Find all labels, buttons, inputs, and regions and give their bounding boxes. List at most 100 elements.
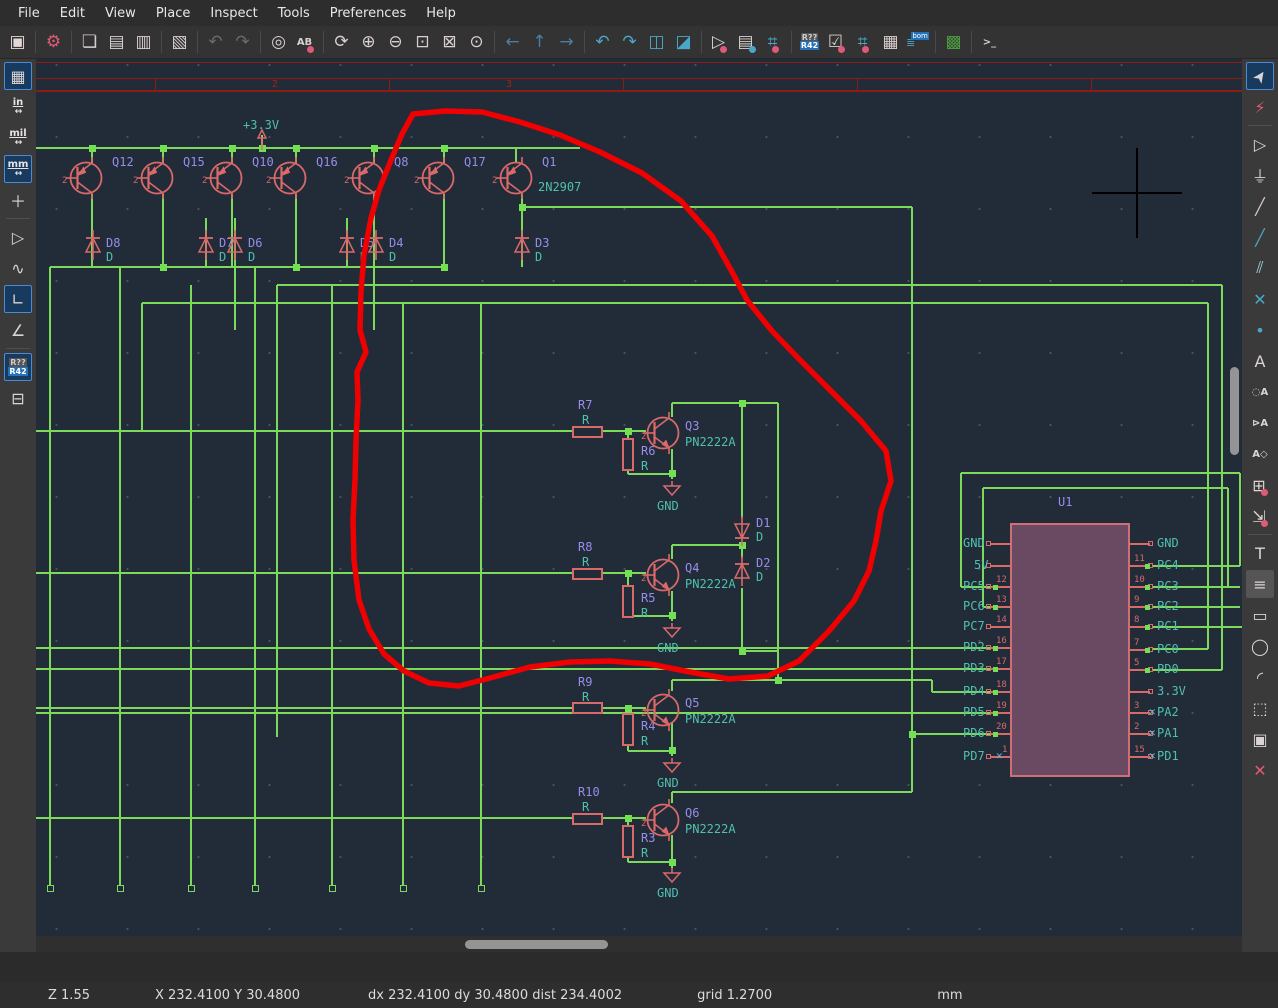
zoom-fit-button[interactable]: ⊡ <box>409 29 436 56</box>
zoom-selection-button[interactable]: ⊙ <box>463 29 490 56</box>
net-class-directive-button[interactable]: ◌A <box>1246 378 1274 406</box>
wire-segment[interactable] <box>119 267 121 888</box>
menu-help[interactable]: Help <box>416 3 466 24</box>
wire-segment[interactable] <box>373 194 375 330</box>
wire-segment[interactable] <box>36 647 1003 649</box>
wire-segment[interactable] <box>741 588 743 651</box>
library-browser-button[interactable]: ▤ <box>733 29 760 56</box>
wire-segment[interactable] <box>36 147 580 149</box>
wire-segment[interactable] <box>983 487 1228 489</box>
wire-segment[interactable] <box>276 285 278 737</box>
wire-segment[interactable] <box>480 303 482 888</box>
navigate-back-button[interactable]: ← <box>499 29 526 56</box>
units-mm-button[interactable]: mm↔ <box>4 155 32 183</box>
wire-segment[interactable] <box>36 817 646 819</box>
hierarchy-navigator-button[interactable]: ⊟ <box>4 384 32 412</box>
save-button[interactable]: ▣ <box>4 29 31 56</box>
global-label-button[interactable]: A◇ <box>1246 440 1274 468</box>
wire-segment[interactable] <box>402 303 404 888</box>
annotate-button[interactable]: R??R42 <box>796 29 823 56</box>
place-power-port-button[interactable]: ⏚ <box>1246 161 1274 189</box>
u1-body[interactable] <box>1010 523 1130 777</box>
hv-wires-button[interactable]: ∟ <box>4 285 32 313</box>
menu-inspect[interactable]: Inspect <box>200 3 267 24</box>
hidden-pins-button[interactable]: ▷ <box>4 223 32 251</box>
wire-segment[interactable] <box>911 207 913 792</box>
draw-wire-button[interactable]: ╱ <box>1246 192 1274 220</box>
scripting-console-button[interactable]: >_ <box>976 29 1003 56</box>
import-sheet-pin-button[interactable]: ⇲ <box>1246 502 1274 530</box>
wire-segment[interactable] <box>931 680 933 692</box>
wire-segment[interactable] <box>672 791 912 793</box>
resistor-R6[interactable] <box>622 438 634 471</box>
wire-segment[interactable] <box>162 194 164 267</box>
vertical-scrollbar-thumb[interactable] <box>1230 367 1239 455</box>
hierarchical-label-button[interactable]: ⊳A <box>1246 409 1274 437</box>
wire-segment[interactable] <box>36 430 646 432</box>
free-angle-wires-button[interactable]: ∿ <box>4 254 32 282</box>
rectangle-button[interactable]: ▭ <box>1246 601 1274 629</box>
symbol-fields-table-button[interactable]: ▦ <box>877 29 904 56</box>
arc-button[interactable]: ◜ <box>1246 663 1274 691</box>
annotate-auto-button[interactable]: R??R42 <box>4 353 32 381</box>
wire-segment[interactable] <box>777 403 779 680</box>
wire-segment[interactable] <box>36 707 646 709</box>
redo-button[interactable]: ↷ <box>229 29 256 56</box>
resistor-R4[interactable] <box>622 713 634 746</box>
circle-button[interactable]: ◯ <box>1246 632 1274 660</box>
resistor-R3[interactable] <box>622 825 634 858</box>
footprint-assign-button[interactable]: ⌗ <box>760 29 787 56</box>
place-symbol-button[interactable]: ▷ <box>1246 130 1274 158</box>
wire-segment[interactable] <box>628 861 672 863</box>
rotate-ccw-button[interactable]: ↶ <box>589 29 616 56</box>
page-settings-button[interactable]: ❏ <box>76 29 103 56</box>
wire-segment[interactable] <box>522 206 912 208</box>
units-mils-button[interactable]: mil↔ <box>4 124 32 152</box>
update-pcb-button[interactable]: ⌗ <box>850 29 877 56</box>
wire-segment[interactable] <box>331 285 333 888</box>
zoom-in-button[interactable]: ⊕ <box>355 29 382 56</box>
wire-segment[interactable] <box>36 668 1003 670</box>
text-box-button[interactable]: ≡ <box>1246 570 1274 598</box>
paste-button[interactable]: ▧ <box>166 29 193 56</box>
wire-segment[interactable] <box>961 472 1240 474</box>
wire-segment[interactable] <box>628 615 672 617</box>
image-button[interactable]: ▣ <box>1246 725 1274 753</box>
wires-45-button[interactable]: ∠ <box>4 316 32 344</box>
text-button[interactable]: T <box>1246 539 1274 567</box>
resistor-R5[interactable] <box>622 585 634 618</box>
plot-button[interactable]: ▥ <box>130 29 157 56</box>
wire-segment[interactable] <box>741 403 743 518</box>
find-replace-button[interactable]: AB <box>292 29 319 56</box>
wire-segment[interactable] <box>254 267 256 888</box>
cursor-shape-button[interactable]: ＋ <box>4 186 32 214</box>
wire-segment[interactable] <box>141 303 143 431</box>
wire-segment[interactable] <box>628 750 672 752</box>
net-label-button[interactable]: A <box>1246 347 1274 375</box>
menu-edit[interactable]: Edit <box>50 3 95 24</box>
wire-segment[interactable] <box>142 302 1208 304</box>
wire-segment[interactable] <box>672 544 742 546</box>
select-tool-button[interactable]: ➤ <box>1246 62 1274 90</box>
navigate-forward-button[interactable]: → <box>553 29 580 56</box>
wire-to-bus-entry-button[interactable]: ⫽ <box>1246 254 1274 282</box>
wire-segment[interactable] <box>443 194 445 267</box>
symbol-editor-button[interactable]: ▷ <box>706 29 733 56</box>
wire-segment[interactable] <box>628 473 672 475</box>
undo-button[interactable]: ↶ <box>202 29 229 56</box>
navigate-up-button[interactable]: ↑ <box>526 29 553 56</box>
erc-button[interactable]: ☑ <box>823 29 850 56</box>
wire-segment[interactable] <box>50 266 445 268</box>
wire-segment[interactable] <box>672 402 778 404</box>
refresh-button[interactable]: ⟳ <box>328 29 355 56</box>
wire-segment[interactable] <box>36 712 1003 714</box>
hierarchical-sheet-button[interactable]: ⊞ <box>1246 471 1274 499</box>
no-connect-flag-button[interactable]: ✕ <box>1246 285 1274 313</box>
zoom-objects-button[interactable]: ⊠ <box>436 29 463 56</box>
horizontal-scrollbar-thumb[interactable] <box>465 940 608 949</box>
find-button[interactable]: ◎ <box>265 29 292 56</box>
wire-segment[interactable] <box>295 194 297 267</box>
rotate-cw-button[interactable]: ↷ <box>616 29 643 56</box>
delete-tool-button[interactable]: ✕ <box>1246 756 1274 784</box>
print-button[interactable]: ▤ <box>103 29 130 56</box>
